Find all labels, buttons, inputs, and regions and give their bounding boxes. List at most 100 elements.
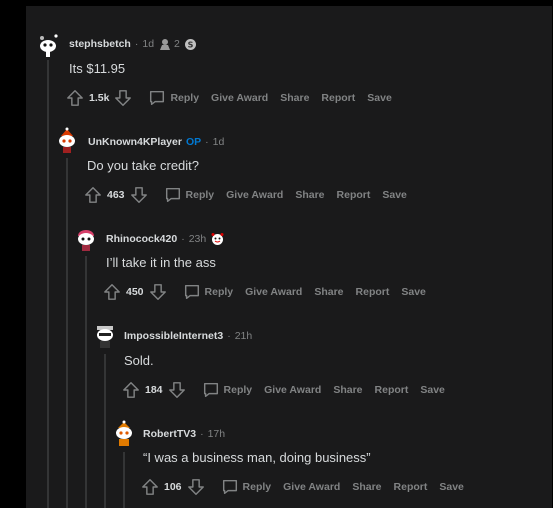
avatar[interactable]	[72, 224, 100, 252]
username[interactable]: UnKnown4KPlayer	[88, 136, 182, 148]
upvote-icon[interactable]	[122, 381, 140, 399]
upvote-icon[interactable]	[84, 186, 102, 204]
give-award-button[interactable]: Give Award	[226, 189, 283, 201]
comment-thread: stephsbetch · 1d 2 S Its $11.95 1.5k Rep…	[26, 6, 552, 508]
timestamp[interactable]: 21h	[235, 330, 253, 342]
comment-body: Sold.	[124, 353, 154, 368]
give-award-button[interactable]: Give Award	[264, 384, 321, 396]
avatar[interactable]	[53, 126, 81, 154]
comment-meta: RobertTV3 · 17h	[143, 426, 225, 442]
vote-score: 1.5k	[89, 92, 110, 104]
downvote-icon[interactable]	[149, 283, 167, 301]
comment-body: “I was a business man, doing business”	[143, 450, 371, 465]
svg-text:S: S	[188, 40, 194, 49]
avatar[interactable]	[110, 418, 138, 446]
snoo-avatar-icon	[40, 34, 58, 57]
vote-score: 106	[164, 481, 182, 493]
comment-meta: Rhinocock420 · 23h	[106, 231, 225, 247]
comment-actions: 106 Reply Give Award Share Report Save	[141, 476, 464, 498]
share-button[interactable]: Share	[295, 189, 324, 201]
award[interactable]	[210, 232, 225, 246]
helpful-award-icon	[160, 39, 171, 50]
timestamp[interactable]: 1d	[213, 136, 225, 148]
save-button[interactable]: Save	[420, 384, 445, 396]
upvote-icon[interactable]	[141, 478, 159, 496]
comment-bubble-icon	[203, 382, 218, 398]
comment-bubble-icon	[150, 90, 165, 106]
timestamp[interactable]: 17h	[208, 428, 226, 440]
comment-actions: 463 Reply Give Award Share Report Save	[84, 184, 407, 206]
timestamp[interactable]: 1d	[142, 38, 154, 50]
comment-bubble-icon	[165, 187, 180, 203]
reply-button[interactable]: Reply	[183, 283, 234, 301]
avatar[interactable]	[34, 30, 62, 58]
report-button[interactable]: Report	[375, 384, 409, 396]
upvote-icon[interactable]	[66, 89, 84, 107]
report-button[interactable]: Report	[394, 481, 428, 493]
snoo-avatar-icon	[78, 230, 94, 251]
report-button[interactable]: Report	[337, 189, 371, 201]
comment-meta: UnKnown4KPlayer OP · 1d	[88, 134, 224, 150]
comment-actions: 450 Reply Give Award Share Report Save	[103, 281, 426, 303]
op-badge: OP	[185, 136, 202, 148]
reply-label: Reply	[242, 481, 272, 493]
give-award-button[interactable]: Give Award	[283, 481, 340, 493]
snoo-avatar-icon	[97, 326, 113, 348]
username[interactable]: Rhinocock420	[106, 233, 177, 245]
report-button[interactable]: Report	[321, 92, 355, 104]
upvote-icon[interactable]	[103, 283, 121, 301]
username[interactable]: ImpossibleInternet3	[124, 330, 223, 342]
share-button[interactable]: Share	[352, 481, 381, 493]
reply-label: Reply	[170, 92, 200, 104]
award[interactable]: 2	[158, 37, 180, 51]
username[interactable]: RobertTV3	[143, 428, 196, 440]
comment-bubble-icon	[222, 479, 237, 495]
reply-button[interactable]: Reply	[164, 186, 214, 204]
username[interactable]: stephsbetch	[69, 38, 131, 50]
reply-button[interactable]: Reply	[221, 478, 272, 496]
snoo-avatar-icon	[116, 420, 132, 446]
reply-label: Reply	[204, 286, 234, 298]
downvote-icon[interactable]	[130, 186, 148, 204]
reply-button[interactable]: Reply	[148, 89, 199, 107]
save-button[interactable]: Save	[382, 189, 407, 201]
save-button[interactable]: Save	[367, 92, 392, 104]
downvote-icon[interactable]	[168, 381, 186, 399]
thread-line[interactable]	[66, 158, 68, 508]
snoo-avatar-icon	[59, 127, 75, 153]
thread-line[interactable]	[47, 60, 49, 508]
share-button[interactable]: Share	[333, 384, 362, 396]
comment-body: Do you take credit?	[87, 158, 200, 173]
silver-award-icon: S	[184, 38, 196, 50]
save-button[interactable]: Save	[439, 481, 464, 493]
thread-line[interactable]	[104, 354, 106, 508]
reply-label: Reply	[223, 384, 253, 396]
share-button[interactable]: Share	[280, 92, 309, 104]
give-award-button[interactable]: Give Award	[211, 92, 268, 104]
give-award-button[interactable]: Give Award	[245, 286, 302, 298]
vote-score: 184	[145, 384, 163, 396]
vote-score: 450	[126, 286, 144, 298]
downvote-icon[interactable]	[187, 478, 205, 496]
comment-body: Its $11.95	[69, 61, 126, 76]
report-button[interactable]: Report	[356, 286, 390, 298]
comment-actions: 184 Reply Give Award Share Report Save	[122, 379, 445, 401]
timestamp[interactable]: 23h	[189, 233, 207, 245]
comment-meta: ImpossibleInternet3 · 21h	[124, 328, 252, 344]
award-count: 2	[174, 38, 180, 50]
vote-score: 463	[107, 189, 125, 201]
separator: ·	[227, 330, 231, 342]
comment-body: I’ll take it in the ass	[106, 255, 216, 270]
share-button[interactable]: Share	[314, 286, 343, 298]
save-button[interactable]: Save	[401, 286, 426, 298]
avatar[interactable]	[91, 320, 119, 348]
reply-button[interactable]: Reply	[202, 381, 253, 399]
separator: ·	[181, 233, 185, 245]
separator: ·	[200, 428, 204, 440]
thread-line[interactable]	[85, 256, 87, 508]
downvote-icon[interactable]	[114, 89, 132, 107]
award[interactable]: S	[184, 38, 197, 51]
wholesome-award-icon	[211, 233, 224, 245]
thread-line[interactable]	[123, 452, 125, 508]
comment-meta: stephsbetch · 1d 2 S	[69, 36, 197, 52]
